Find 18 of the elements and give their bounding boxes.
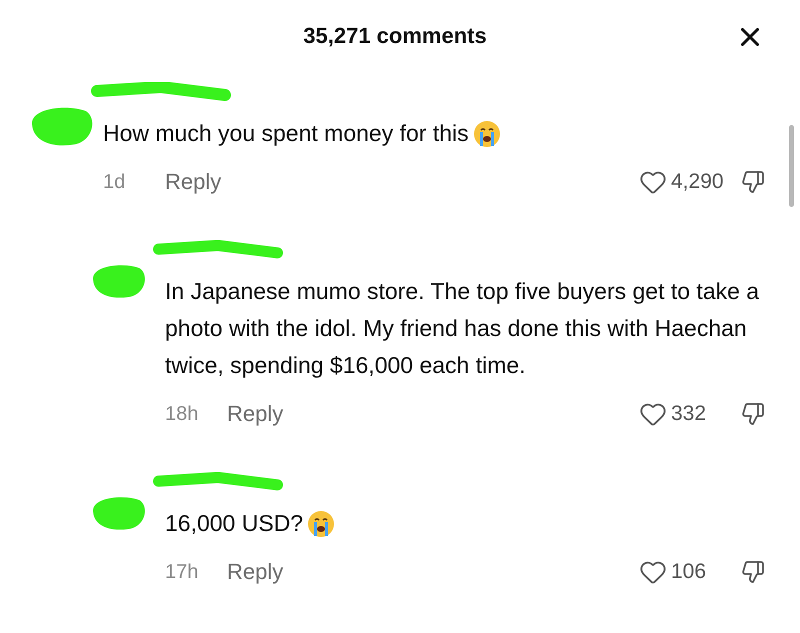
crying-face-icon — [307, 510, 336, 538]
crying-face-icon — [472, 120, 501, 148]
reply-link[interactable]: Reply — [227, 559, 284, 585]
dislike-button[interactable] — [741, 560, 765, 584]
reply-link[interactable]: Reply — [165, 169, 222, 195]
like-count: 106 — [671, 560, 708, 584]
like-count: 4,290 — [671, 170, 725, 194]
reply-link[interactable]: Reply — [227, 401, 284, 427]
comment-text: 16,000 USD? — [165, 509, 304, 538]
comment-time: 18h — [165, 402, 200, 426]
comment-text: How much you spent money for this — [103, 119, 469, 148]
comment-time: 1d — [103, 170, 126, 194]
dislike-button[interactable] — [741, 402, 765, 426]
comment-text: In Japanese mumo store. The top five buyers get to take a photo with the idol. My friend has done this with Haechan twice, spending $16,000 each time. — [165, 277, 760, 380]
like-count: 332 — [671, 402, 708, 426]
comment-time: 17h — [165, 560, 200, 584]
comments-count-title: 35,271 comments — [303, 23, 487, 49]
dislike-button[interactable] — [741, 170, 765, 194]
